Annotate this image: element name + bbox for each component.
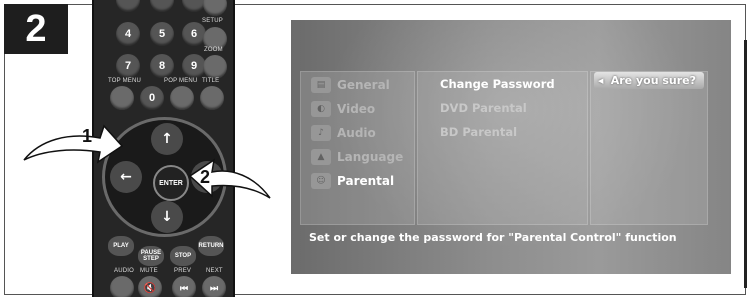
edge-bar [744, 40, 747, 288]
parental-icon: ☺ [311, 173, 331, 189]
callout-arrow-1 [23, 124, 124, 164]
menu-item-label: Audio [337, 126, 376, 140]
video-icon: ◐ [311, 101, 331, 117]
menu-item-label: Parental [337, 174, 395, 188]
confirm-button[interactable]: ◀ Are you sure? [594, 72, 704, 89]
step-number: 2 [4, 4, 68, 54]
menu-item-audio[interactable]: ♪ Audio [311, 124, 376, 142]
confirm-label: Are you sure? [610, 74, 696, 87]
menu-item-label: General [337, 78, 390, 92]
menu-column: ▤ General ◐ Video ♪ Audio ▲ Language ☺ P… [300, 71, 415, 225]
submenu-item-change-password[interactable]: Change Password [440, 77, 555, 91]
menu-item-parental[interactable]: ☺ Parental [311, 172, 394, 190]
menu-item-video[interactable]: ◐ Video [311, 100, 375, 118]
submenu-item-bd-parental[interactable]: BD Parental [440, 125, 517, 139]
setup-screen: ▤ General ◐ Video ♪ Audio ▲ Language ☺ P… [291, 20, 731, 274]
option-column [590, 71, 708, 225]
pointer-icon: ◀ [598, 76, 604, 85]
submenu-column: Change Password DVD Parental BD Parental [417, 71, 588, 225]
menu-item-label: Video [337, 102, 376, 116]
menu-item-label: Language [337, 150, 404, 164]
menu-item-general[interactable]: ▤ General [311, 76, 390, 94]
callout-1-label: 1 [82, 126, 93, 146]
audio-icon: ♪ [311, 125, 331, 141]
status-text: Set or change the password for "Parental… [309, 231, 677, 244]
language-icon: ▲ [311, 149, 331, 165]
callout-2-label: 2 [200, 167, 211, 187]
submenu-item-dvd-parental[interactable]: DVD Parental [440, 101, 527, 115]
menu-item-language[interactable]: ▲ Language [311, 148, 403, 166]
general-icon: ▤ [311, 77, 331, 93]
